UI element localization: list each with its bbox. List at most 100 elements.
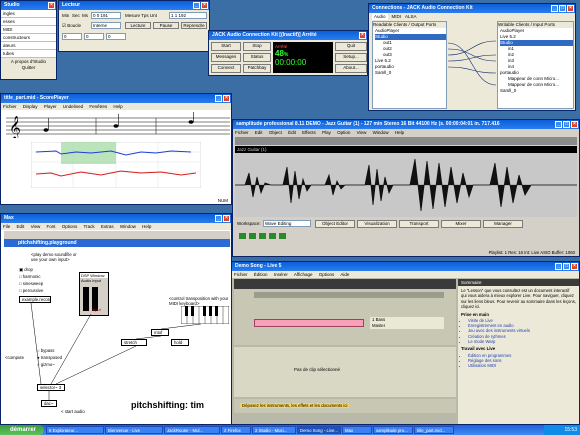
list-item[interactable]: Samll_0 bbox=[375, 70, 446, 76]
menu-play[interactable]: Play bbox=[322, 130, 331, 135]
menu-effects[interactable]: Effects bbox=[302, 130, 316, 135]
list-item[interactable]: ingles bbox=[1, 10, 56, 18]
loop-checkbox[interactable]: ☑ Boucle bbox=[62, 23, 81, 29]
list-item[interactable]: MIDI bbox=[1, 26, 56, 34]
task-button[interactable]: 6 Explorateur... bbox=[46, 426, 104, 434]
menu-view[interactable]: View bbox=[357, 130, 367, 135]
live-titlebar[interactable]: Demo Song - Live 5 _ □ × bbox=[232, 262, 579, 271]
tab-audio[interactable]: Audio bbox=[372, 13, 388, 20]
close-icon[interactable]: × bbox=[571, 121, 578, 128]
lecteur-titlebar[interactable]: Lecteur _ × bbox=[59, 1, 209, 10]
menu-help[interactable]: Help bbox=[395, 130, 404, 135]
menu-help[interactable]: Help bbox=[113, 104, 122, 109]
close-icon[interactable]: × bbox=[567, 5, 574, 12]
record-icon[interactable] bbox=[259, 233, 266, 239]
start-button[interactable]: démarrer bbox=[0, 425, 44, 435]
measure-field[interactable]: 1 1 192 bbox=[169, 12, 207, 19]
minimize-icon[interactable]: _ bbox=[555, 121, 562, 128]
close-icon[interactable]: × bbox=[571, 263, 578, 270]
loop-mode-select[interactable]: Interne bbox=[91, 22, 121, 29]
help-link[interactable]: Utilisation MIDI bbox=[468, 363, 579, 368]
list-item[interactable]: constructeurs bbox=[1, 34, 56, 42]
beat-field[interactable]: 0 bbox=[84, 33, 104, 40]
samplitude-titlebar[interactable]: samplitude professional 8.11 DEMO - Jazz… bbox=[233, 120, 579, 129]
menu-affichage[interactable]: Affichage bbox=[294, 272, 313, 277]
minimize-icon[interactable]: _ bbox=[215, 95, 222, 102]
menu-options[interactable]: Options bbox=[319, 272, 335, 277]
menu-object[interactable]: Object bbox=[269, 130, 282, 135]
rewind-icon[interactable] bbox=[269, 233, 276, 239]
menu-player[interactable]: Player bbox=[44, 104, 57, 109]
menu-edit2[interactable]: Édit bbox=[288, 130, 296, 135]
task-button[interactable]: 2 Firefox bbox=[221, 426, 251, 434]
pause-button[interactable]: Pause bbox=[153, 22, 179, 29]
task-button[interactable]: samplitude pro... bbox=[373, 426, 413, 434]
transport-button[interactable]: Transport bbox=[399, 220, 439, 228]
list-item[interactable]: tubes bbox=[1, 50, 56, 58]
tick-field[interactable]: 0 bbox=[106, 33, 126, 40]
task-button[interactable]: title_part.mid... bbox=[414, 426, 454, 434]
menu-fichier[interactable]: Fichier bbox=[3, 104, 17, 109]
bar-field[interactable]: 0 bbox=[62, 33, 82, 40]
minimize-icon[interactable]: _ bbox=[193, 2, 200, 9]
play-icon[interactable] bbox=[239, 233, 246, 239]
task-button[interactable]: Max bbox=[342, 426, 372, 434]
manager-button[interactable]: Manager bbox=[483, 220, 523, 228]
play-button[interactable]: Lecture bbox=[125, 22, 151, 29]
menu-fenetres[interactable]: Fenêtres bbox=[89, 104, 107, 109]
menu-inserer[interactable]: Insérer bbox=[274, 272, 288, 277]
menu-aide[interactable]: Aide bbox=[340, 272, 349, 277]
setup-button[interactable]: Setup... bbox=[335, 53, 367, 62]
about-button[interactable]: About... bbox=[335, 64, 367, 73]
time-field[interactable]: 0 0 191 bbox=[91, 12, 121, 19]
rewind-button[interactable]: Reprendre bbox=[181, 22, 207, 29]
maximize-icon[interactable]: □ bbox=[563, 263, 570, 270]
clock[interactable]: 15:53 bbox=[564, 427, 577, 433]
connections-titlebar[interactable]: Connections - JACK Audio Connection Kit … bbox=[369, 4, 575, 13]
tab-midi[interactable]: MIDI bbox=[392, 13, 402, 20]
start-button[interactable]: Start bbox=[211, 42, 241, 51]
about-link[interactable]: A propos d'Studio bbox=[1, 58, 56, 65]
close-icon[interactable]: × bbox=[359, 32, 366, 39]
menu-window[interactable]: Window bbox=[373, 130, 389, 135]
task-button[interactable]: JackRouter - Mul... bbox=[164, 426, 220, 434]
list-item[interactable]: ateurs bbox=[1, 42, 56, 50]
patchbay-button[interactable]: Patchbay bbox=[243, 64, 271, 73]
maximize-icon[interactable]: □ bbox=[563, 121, 570, 128]
quit-link[interactable]: Quitter bbox=[1, 65, 56, 71]
quit-button[interactable]: Quit bbox=[335, 42, 367, 51]
maximize-icon[interactable]: □ bbox=[559, 5, 566, 12]
object-editor-button[interactable]: Object Editor bbox=[315, 220, 355, 228]
score-titlebar[interactable]: title_part.mid - ScorePlayer _ × bbox=[1, 94, 231, 103]
close-icon[interactable]: × bbox=[223, 95, 230, 102]
list-item[interactable]: esses bbox=[1, 18, 56, 26]
studio-titlebar[interactable]: Studio × bbox=[1, 1, 56, 10]
master-track[interactable]: Master bbox=[372, 323, 444, 329]
clip[interactable] bbox=[254, 319, 364, 327]
stop-icon[interactable] bbox=[249, 233, 256, 239]
jack-titlebar[interactable]: JACK Audio Connection Kit [(Inactif)] Ar… bbox=[209, 31, 367, 40]
menu-edit[interactable]: Edit bbox=[255, 130, 263, 135]
menu-undelined[interactable]: Undelined bbox=[63, 104, 83, 109]
menu-fichier[interactable]: Fichier bbox=[235, 130, 249, 135]
list-item[interactable]: Samll_0 bbox=[500, 88, 573, 94]
stop-button[interactable]: Stop bbox=[243, 42, 271, 51]
task-button[interactable]: Demo Song - Live... bbox=[297, 426, 341, 434]
close-icon[interactable]: × bbox=[201, 2, 208, 9]
connect-button[interactable]: Connect bbox=[211, 64, 241, 73]
minimize-icon[interactable]: _ bbox=[555, 263, 562, 270]
mixer-button[interactable]: Mixer bbox=[441, 220, 481, 228]
tab-alsa[interactable]: ALSA bbox=[405, 13, 417, 20]
workspace-select[interactable]: Wave Editing bbox=[263, 220, 311, 227]
menu-edition[interactable]: Édition bbox=[254, 272, 268, 277]
menu-display[interactable]: Display bbox=[23, 104, 38, 109]
task-button[interactable]: Bienvenue - Live bbox=[105, 426, 163, 434]
forward-icon[interactable] bbox=[279, 233, 286, 239]
messages-button[interactable]: Messages bbox=[211, 53, 241, 62]
close-icon[interactable]: × bbox=[48, 2, 55, 9]
minimize-icon[interactable]: _ bbox=[551, 5, 558, 12]
status-button[interactable]: Status bbox=[243, 53, 271, 62]
menu-fichier[interactable]: Fichier bbox=[234, 272, 248, 277]
visualization-button[interactable]: Visualization bbox=[357, 220, 397, 228]
task-button[interactable]: 2 Studio - Musi... bbox=[252, 426, 296, 434]
